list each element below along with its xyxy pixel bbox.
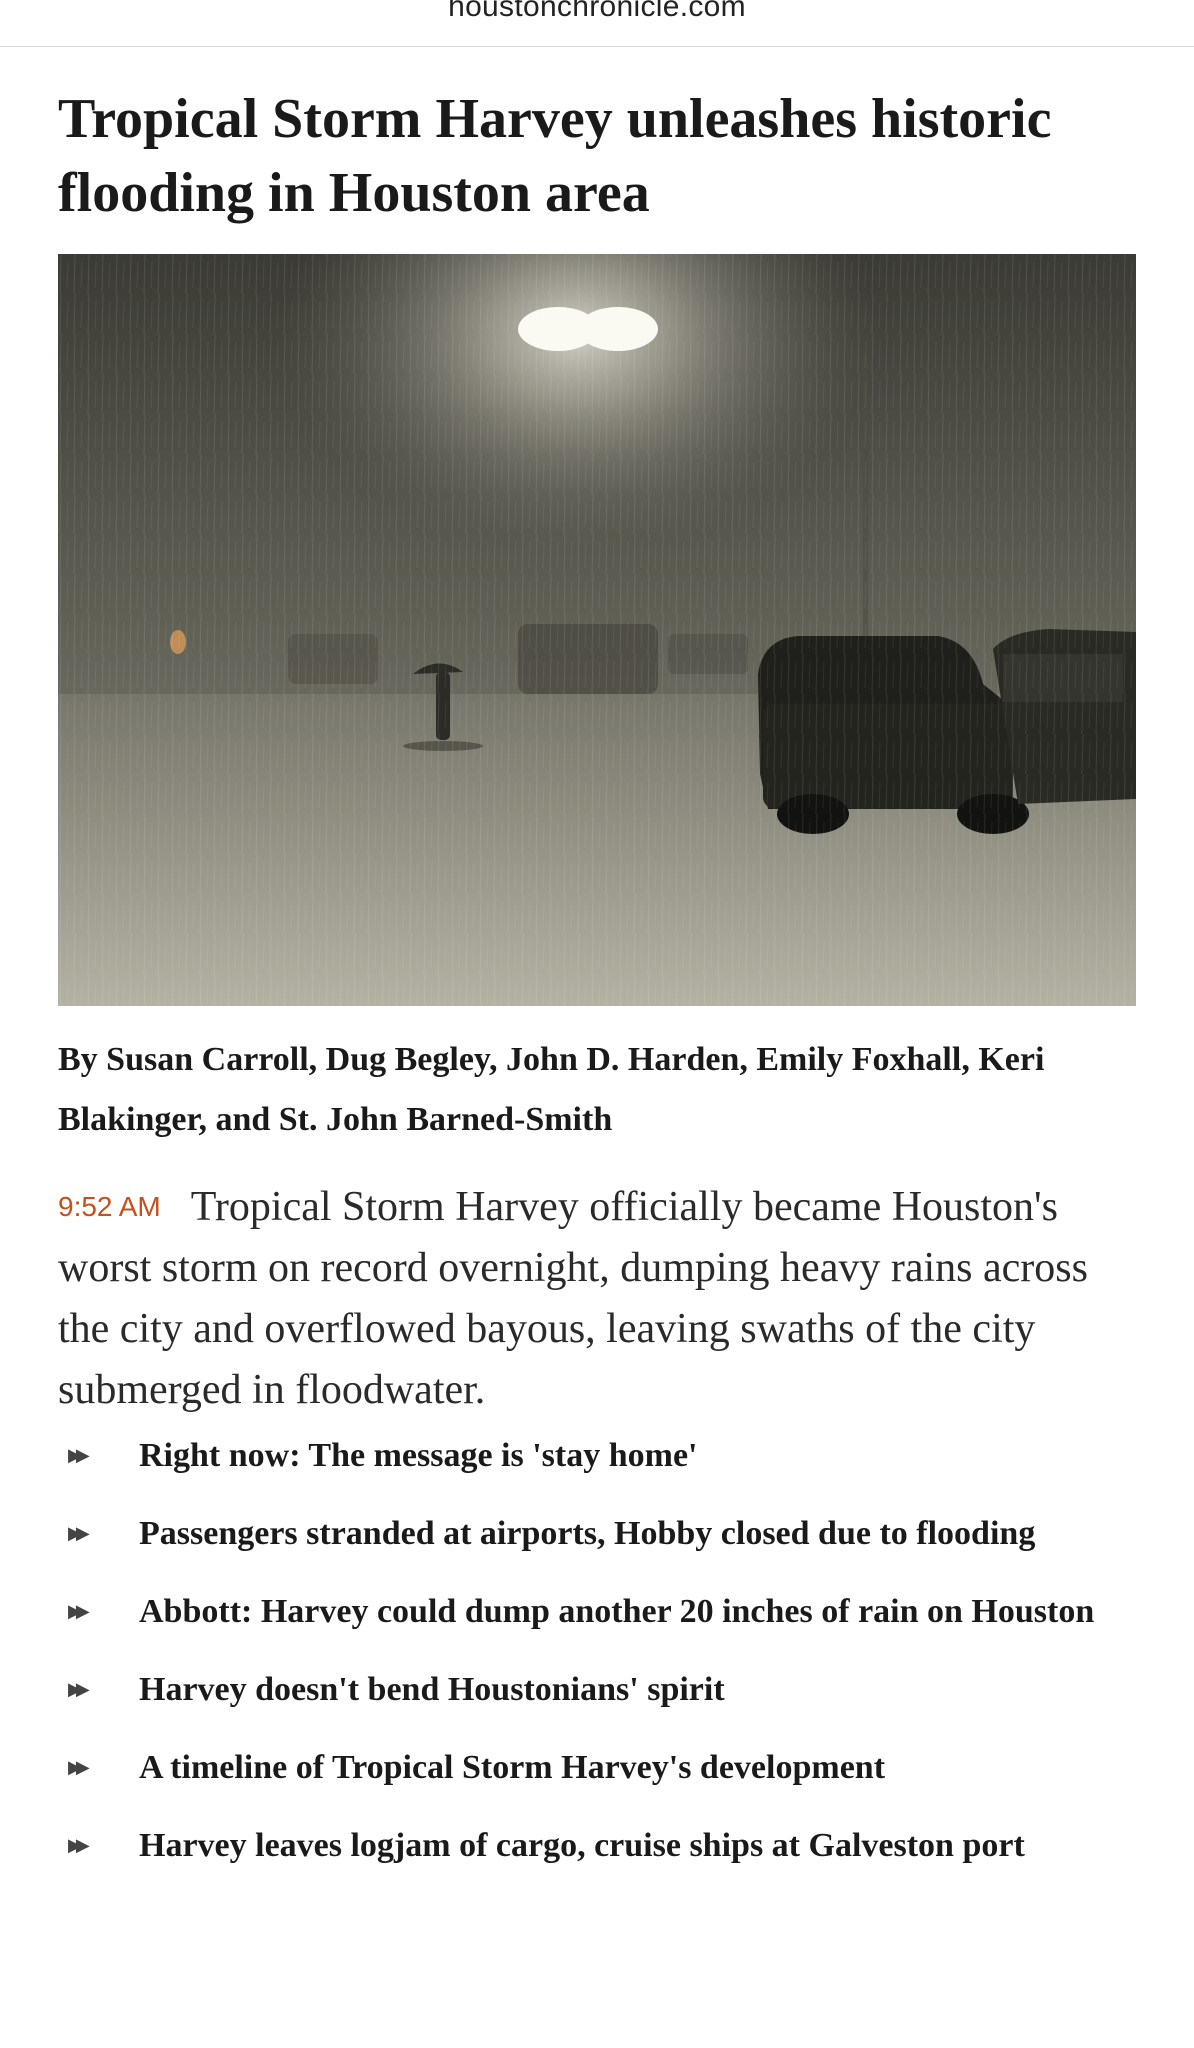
double-chevron-right-icon: ▶▶: [68, 1523, 90, 1544]
double-chevron-right-icon: ▶▶: [68, 1445, 90, 1466]
related-link[interactable]: ▶▶ Harvey doesn't bend Houstonians' spir…: [58, 1664, 1138, 1716]
related-link-label[interactable]: Passengers stranded at airports, Hobby c…: [139, 1515, 1035, 1552]
timestamp: 9:52 AM: [58, 1191, 161, 1222]
double-chevron-right-icon: ▶▶: [68, 1679, 90, 1700]
related-link-label[interactable]: Harvey doesn't bend Houstonians' spirit: [139, 1671, 725, 1708]
hero-photo[interactable]: [58, 254, 1136, 1006]
article-headline: Tropical Storm Harvey unleashes historic…: [58, 88, 1052, 224]
related-link[interactable]: ▶▶ Passengers stranded at airports, Hobb…: [58, 1508, 1138, 1560]
related-link-label[interactable]: Harvey leaves logjam of cargo, cruise sh…: [139, 1827, 1025, 1864]
related-link-label[interactable]: Right now: The message is 'stay home': [139, 1437, 698, 1474]
article-lede: 9:52 AM Tropical Storm Harvey officially …: [58, 1176, 1148, 1421]
related-link[interactable]: ▶▶ Abbott: Harvey could dump another 20 …: [58, 1586, 1138, 1638]
article-byline: By Susan Carroll, Dug Begley, John D. Ha…: [58, 1041, 1045, 1138]
related-link-label[interactable]: A timeline of Tropical Storm Harvey's de…: [139, 1749, 885, 1786]
double-chevron-right-icon: ▶▶: [68, 1835, 90, 1856]
url-text[interactable]: houstonchronicle.com: [0, 0, 1194, 24]
related-link-label[interactable]: Abbott: Harvey could dump another 20 inc…: [139, 1593, 1094, 1630]
lede-text: Tropical Storm Harvey officially became …: [58, 1184, 1088, 1413]
related-link[interactable]: ▶▶ Right now: The message is 'stay home': [58, 1430, 1138, 1482]
related-link[interactable]: ▶▶ A timeline of Tropical Storm Harvey's…: [58, 1742, 1138, 1794]
related-link[interactable]: ▶▶ Harvey leaves logjam of cargo, cruise…: [58, 1820, 1138, 1872]
browser-url-bar[interactable]: houstonchronicle.com: [0, 0, 1194, 47]
double-chevron-right-icon: ▶▶: [68, 1757, 90, 1778]
related-links-list: ▶▶ Right now: The message is 'stay home'…: [58, 1430, 1138, 1898]
double-chevron-right-icon: ▶▶: [68, 1601, 90, 1622]
